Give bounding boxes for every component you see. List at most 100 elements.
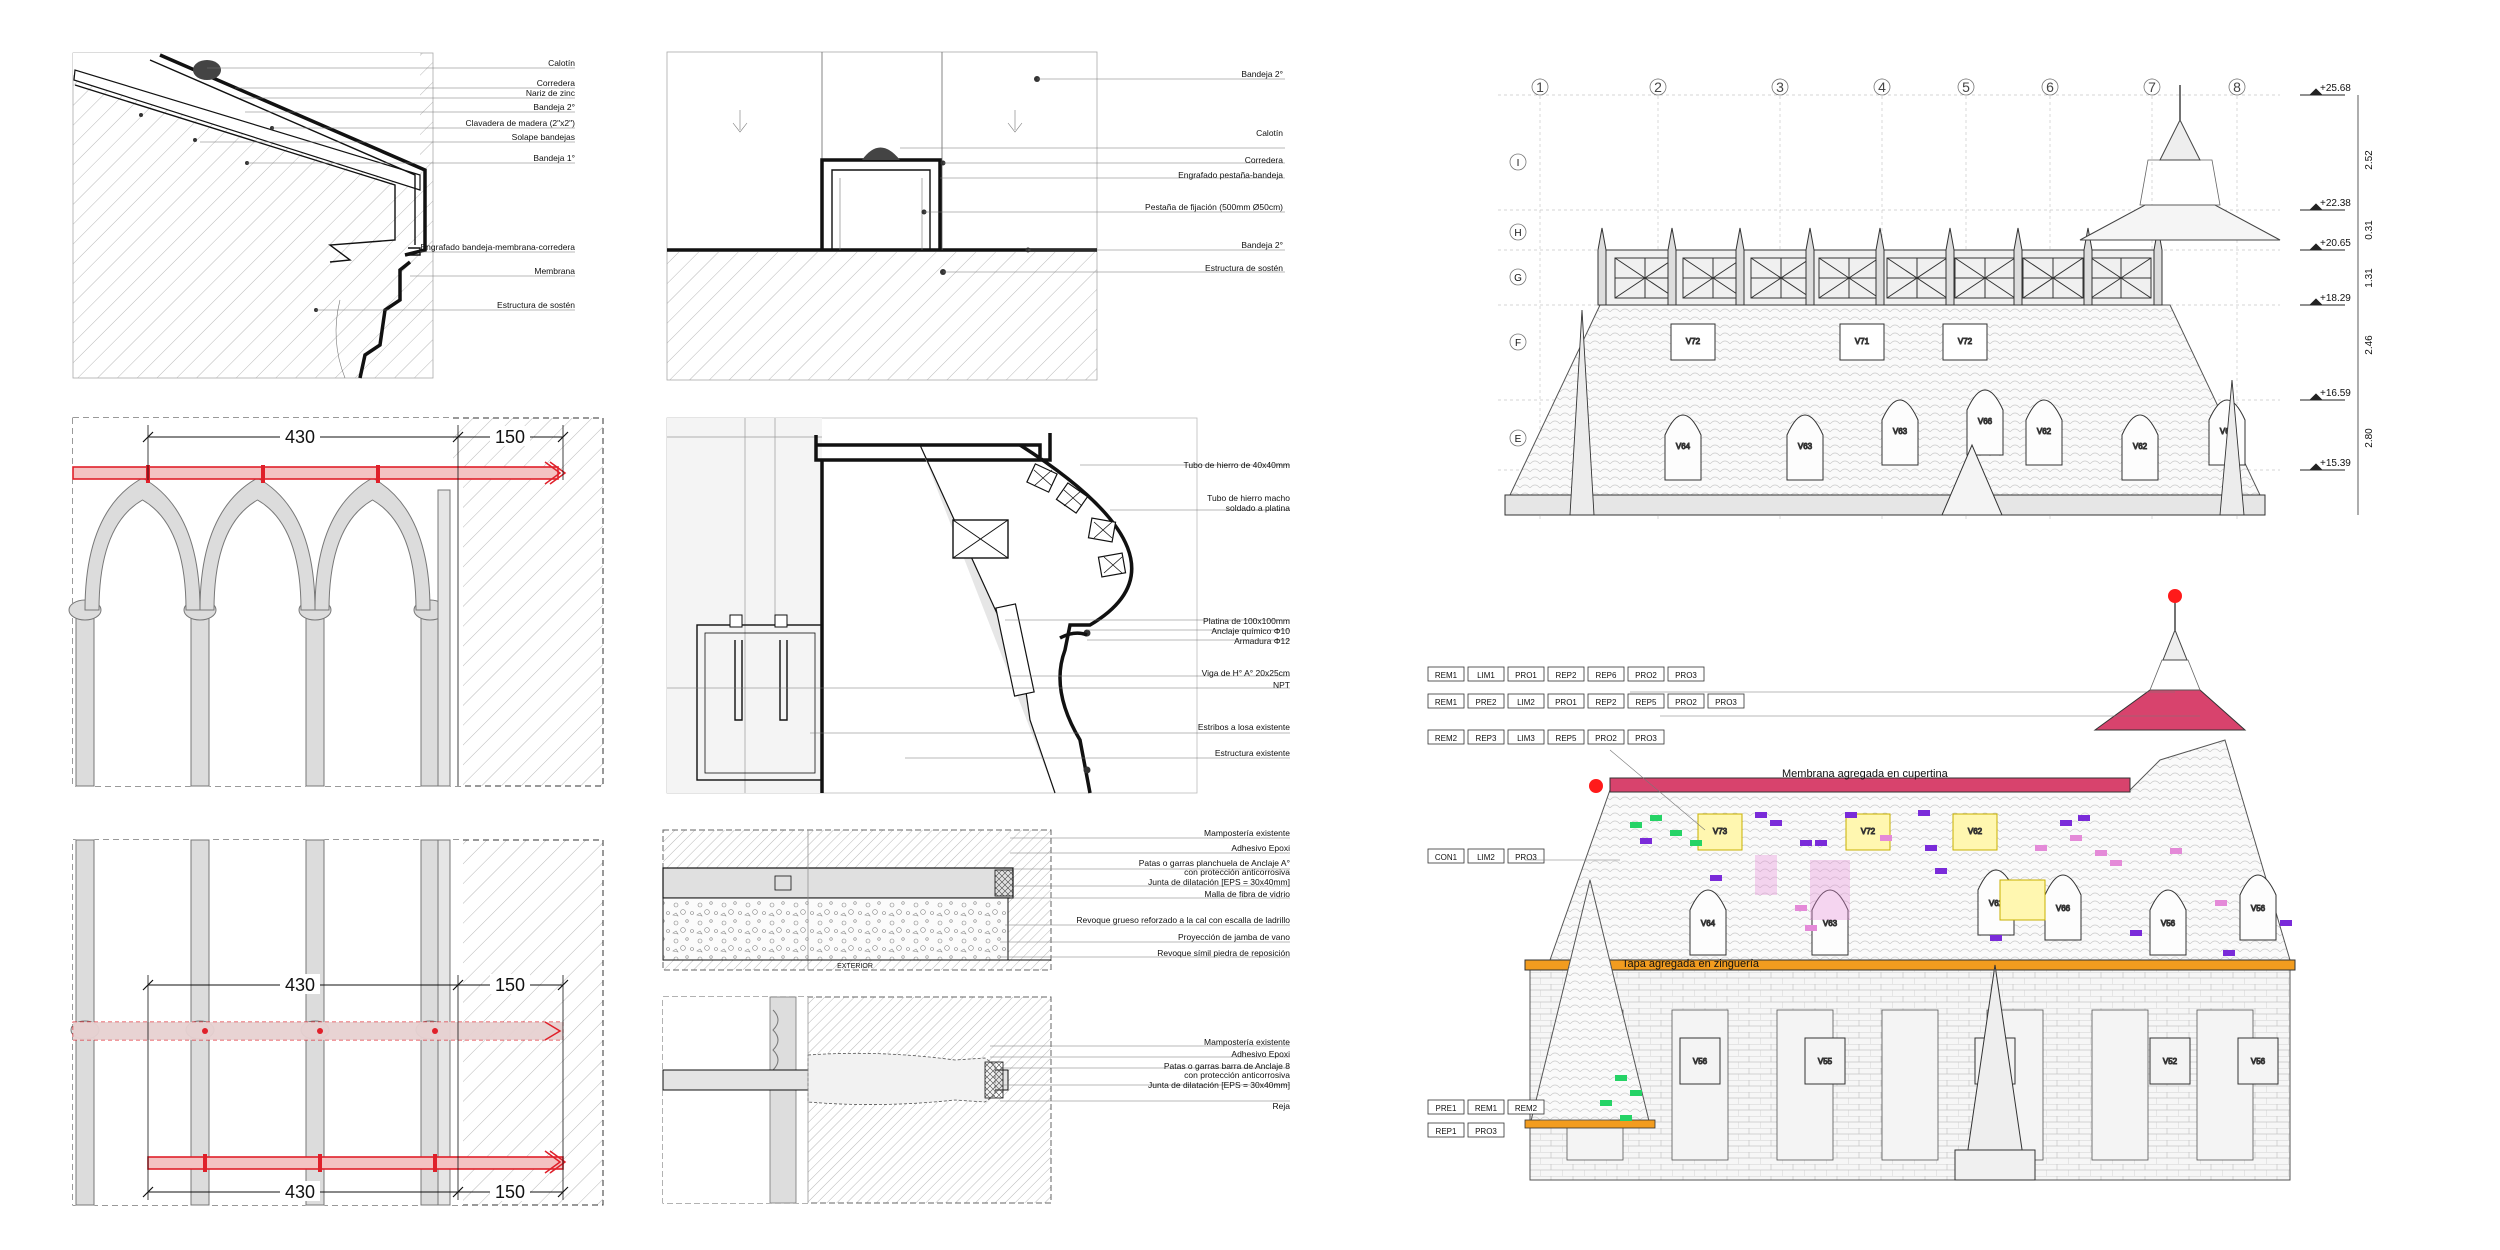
anchor1-label-adhesivo: Adhesivo Epoxi xyxy=(1231,843,1290,853)
detail-arcade-top: 430 150 xyxy=(68,417,604,787)
survey-annotation-membrana: Membrana agregada en cupertina xyxy=(1782,768,1949,780)
survey-pier xyxy=(1671,1009,1729,1161)
survey-tag: REP1 xyxy=(1436,1127,1457,1136)
survey-damage-mark xyxy=(2223,950,2235,956)
arcade-top-column xyxy=(420,614,440,787)
elevation-drawing: V72V71V72V64V63V63V62V62V66V66 12345678 … xyxy=(1498,78,2375,520)
cornice-label-viga: Viga de H° A° 20x25cm xyxy=(1202,668,1290,678)
survey-damage-mark xyxy=(1650,815,1662,821)
seam-label-bandeja2-top: Bandeja 2° xyxy=(1241,69,1283,79)
anchor1-label-revoque-simil: Revoque símil piedra de reposición xyxy=(1157,948,1290,958)
survey-tag: REP5 xyxy=(1556,734,1577,743)
survey-window-tag: V63 xyxy=(1823,919,1838,928)
anchor1-label-proyeccion: Proyección de jamba de vano xyxy=(1178,932,1290,942)
survey-damage-mark xyxy=(1755,812,1767,818)
survey-pier xyxy=(2196,1009,2254,1161)
arcade-top-dim-150: 150 xyxy=(495,427,525,447)
survey-window-tag: V56 xyxy=(2251,904,2266,913)
survey-tag: REM1 xyxy=(1435,698,1458,707)
elevation-column-axis-label: 6 xyxy=(2046,79,2054,95)
roof-label-engrafado: Engrafado bandeja-membrana-corredera xyxy=(420,242,575,252)
elevation-row-axis-label: G xyxy=(1514,273,1522,284)
seam-label-pestana: Pestaña de fijación (500mm Ø50cm) xyxy=(1145,202,1283,212)
roof-label-corredera: Corredera xyxy=(537,78,576,88)
seam-label-estructura: Estructura de sostén xyxy=(1205,263,1283,273)
survey-damage-mark xyxy=(1845,812,1857,818)
survey-tag: REM2 xyxy=(1515,1104,1538,1113)
survey-tag: CON1 xyxy=(1435,853,1458,862)
arcade-bottom-dim-430-upper: 430 xyxy=(285,975,315,995)
roof-label-membrana: Membrana xyxy=(534,266,575,276)
survey-tag: REP2 xyxy=(1596,698,1617,707)
survey-damage-mark xyxy=(1815,840,1827,846)
elevation-window-tag: V63 xyxy=(1798,442,1813,451)
balustrade-cross xyxy=(1818,257,1880,299)
cornice-label-tubo-40: Tubo de hierro de 40x40mm xyxy=(1184,460,1290,470)
elevation-row-axis-label: E xyxy=(1515,434,1522,445)
roof-label-clavadera: Clavadera de madera (2"x2") xyxy=(465,118,575,128)
seam-label-bandeja2-bottom: Bandeja 2° xyxy=(1241,240,1283,250)
survey-tag: PRO1 xyxy=(1515,671,1537,680)
survey-damage-mark xyxy=(1990,935,2002,941)
balustrade-cross xyxy=(1750,257,1812,299)
anchor2-label-proteccion: con protección anticorrosiva xyxy=(1184,1070,1290,1080)
cornice-label-estructura: Estructura existente xyxy=(1215,748,1290,758)
arcade-top-column xyxy=(305,614,325,787)
survey-window-tag: V72 xyxy=(1861,827,1876,836)
survey-damage-mark xyxy=(1600,1100,1612,1106)
survey-damage-mark xyxy=(2035,845,2047,851)
survey-tag: LIM1 xyxy=(1477,671,1495,680)
survey-damage-mark xyxy=(1630,822,1642,828)
elevation-window-tag: V66 xyxy=(1978,417,1993,426)
survey-door xyxy=(1954,1149,2036,1181)
cornice-label-npt: NPT xyxy=(1273,680,1290,690)
survey-highlight-window xyxy=(1999,879,2046,921)
elevation-row-axis-label: F xyxy=(1515,338,1521,349)
seam-label-corredera: Corredera xyxy=(1245,155,1284,165)
anchor2-label-reja: Reja xyxy=(1273,1101,1291,1111)
balustrade-cross xyxy=(1886,257,1948,299)
balustrade-spire xyxy=(2013,227,2023,306)
survey-damage-mark xyxy=(1670,830,1682,836)
anchor1-label-revoque-grueso: Revoque grueso reforzado a la cal con es… xyxy=(1076,915,1290,925)
arcade-bottom-dim-150-upper: 150 xyxy=(495,975,525,995)
balustrade-spire xyxy=(1945,227,1955,306)
elevation-row-axis-label: I xyxy=(1517,158,1520,169)
elevation-window-tag: V63 xyxy=(1893,427,1908,436)
cornice-label-estribos: Estribos a losa existente xyxy=(1198,722,1290,732)
anchor1-label-proteccion: con protección anticorrosiva xyxy=(1184,867,1290,877)
survey-pier xyxy=(2091,1009,2149,1161)
survey-tag: PRO2 xyxy=(1595,734,1617,743)
survey-damage-mark xyxy=(1770,820,1782,826)
survey-tag: PRO1 xyxy=(1555,698,1577,707)
survey-damage-mark xyxy=(1925,845,1937,851)
survey-tag: REM1 xyxy=(1435,671,1458,680)
detail-anchor-1: EXTERIOR Mampostería existente Adhesivo … xyxy=(662,828,1290,971)
elevation-window-tag: V71 xyxy=(1855,337,1870,346)
anchor2-label-adhesivo: Adhesivo Epoxi xyxy=(1231,1049,1290,1059)
elevation-spacing-label: 0.31 xyxy=(2364,220,2375,240)
balustrade-spire xyxy=(1875,227,1885,306)
detail-cornice-section: Tubo de hierro de 40x40mm Tubo de hierro… xyxy=(666,417,1291,794)
anchor1-label-malla: Malla de fibra de vidrio xyxy=(1204,889,1290,899)
survey-window-tag: V62 xyxy=(1968,827,1983,836)
drawing-sheet: Calotín Corredera Nariz de zinc Bandeja … xyxy=(68,51,2375,1206)
survey-damage-mark xyxy=(1880,835,1892,841)
anchor1-caption: EXTERIOR xyxy=(837,963,873,970)
roof-label-calotin: Calotín xyxy=(548,58,575,68)
survey-window-tag: V64 xyxy=(1701,919,1716,928)
survey-damage-mark xyxy=(1800,840,1812,846)
elevation-column-axis-label: 5 xyxy=(1962,79,1970,95)
cornice-label-soldado: soldado a platina xyxy=(1226,503,1291,513)
anchor1-label-mamposteria: Mampostería existente xyxy=(1204,828,1290,838)
survey-tag: PRO3 xyxy=(1675,671,1697,680)
survey-tag: REM1 xyxy=(1475,1104,1498,1113)
survey-pier xyxy=(1881,1009,1939,1161)
survey-damage-mark xyxy=(2110,860,2122,866)
balustrade-spire xyxy=(1805,227,1815,306)
elevation-column-axis-label: 4 xyxy=(1878,79,1886,95)
survey-window-tag: V56 xyxy=(2161,919,2176,928)
balustrade-spire xyxy=(1667,227,1677,306)
survey-damage-mark xyxy=(2095,850,2107,856)
anchor2-label-mamposteria: Mampostería existente xyxy=(1204,1037,1290,1047)
